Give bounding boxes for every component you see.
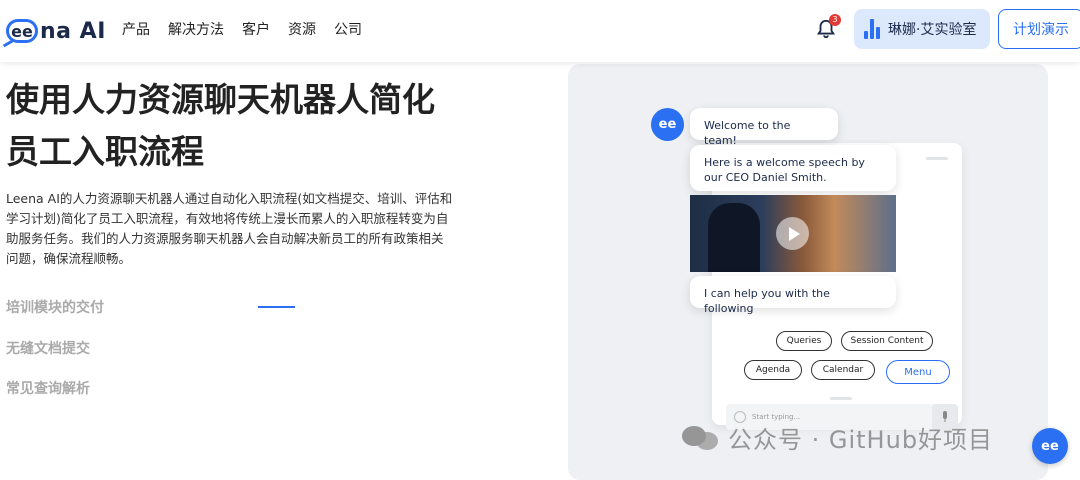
- nav-item-company[interactable]: 公司: [334, 19, 362, 39]
- wechat-icon: [682, 424, 722, 452]
- logo-word: na AI: [40, 18, 106, 44]
- window-handle: [926, 157, 948, 160]
- nav-item-products[interactable]: 产品: [122, 19, 150, 39]
- hero-title: 使用人力资源聊天机器人简化员工入职流程: [6, 80, 435, 171]
- lab-button-label: 琳娜·艾实验室: [888, 22, 977, 38]
- play-icon[interactable]: [776, 217, 809, 250]
- quick-reply-calendar[interactable]: Calendar: [811, 360, 875, 380]
- quick-reply-agenda[interactable]: Agenda: [744, 360, 802, 380]
- main-nav: 产品 解决方法 客户 资源 公司: [122, 19, 362, 39]
- notification-bell-icon[interactable]: 3: [815, 14, 841, 40]
- hero-description: Leena AI的人力资源聊天机器人通过自动化入职流程(如文档提交、培训、评估和…: [6, 191, 453, 266]
- speaker-silhouette: [708, 203, 760, 272]
- nav-item-solutions[interactable]: 解决方法: [168, 19, 224, 39]
- divider: [830, 397, 852, 400]
- active-indicator: [258, 306, 295, 308]
- bar-chart-icon: [864, 19, 880, 39]
- chat-launcher-button[interactable]: ee: [1032, 428, 1068, 464]
- bot-avatar-icon: ee: [651, 108, 684, 141]
- demo-button-label: 计划演示: [1013, 22, 1069, 38]
- top-navigation-bar: ee na AI 产品 解决方法 客户 资源 公司 3 琳娜·艾实验室 计划演示: [0, 0, 1080, 62]
- wechat-watermark: 公众号 · GitHub好项目: [682, 420, 993, 455]
- logo-mark: ee: [6, 19, 38, 43]
- schedule-demo-button[interactable]: 计划演示: [998, 9, 1080, 49]
- accordion-item-document-submission[interactable]: 无缝文档提交: [6, 338, 90, 358]
- ceo-welcome-video[interactable]: [690, 195, 896, 272]
- leena-ai-labs-button[interactable]: 琳娜·艾实验室: [854, 9, 990, 49]
- nav-item-resources[interactable]: 资源: [288, 19, 316, 39]
- quick-reply-menu[interactable]: Menu: [886, 360, 950, 384]
- leena-ai-logo[interactable]: ee na AI: [6, 14, 106, 48]
- quick-reply-session-content[interactable]: Session Content: [841, 331, 933, 351]
- nav-item-customers[interactable]: 客户: [242, 19, 270, 39]
- quick-reply-queries[interactable]: Queries: [776, 331, 832, 351]
- accordion-item-training-delivery[interactable]: 培训模块的交付: [6, 297, 104, 317]
- chat-message: Welcome to the team!: [690, 108, 838, 147]
- notification-badge: 3: [829, 14, 841, 26]
- accordion-item-query-resolution[interactable]: 常见查询解析: [6, 378, 90, 398]
- watermark-text: 公众号 · GitHub好项目: [728, 426, 994, 454]
- chat-message: Here is a welcome speech by our CEO Dani…: [690, 145, 896, 191]
- chat-message: I can help you with the following: [690, 276, 896, 315]
